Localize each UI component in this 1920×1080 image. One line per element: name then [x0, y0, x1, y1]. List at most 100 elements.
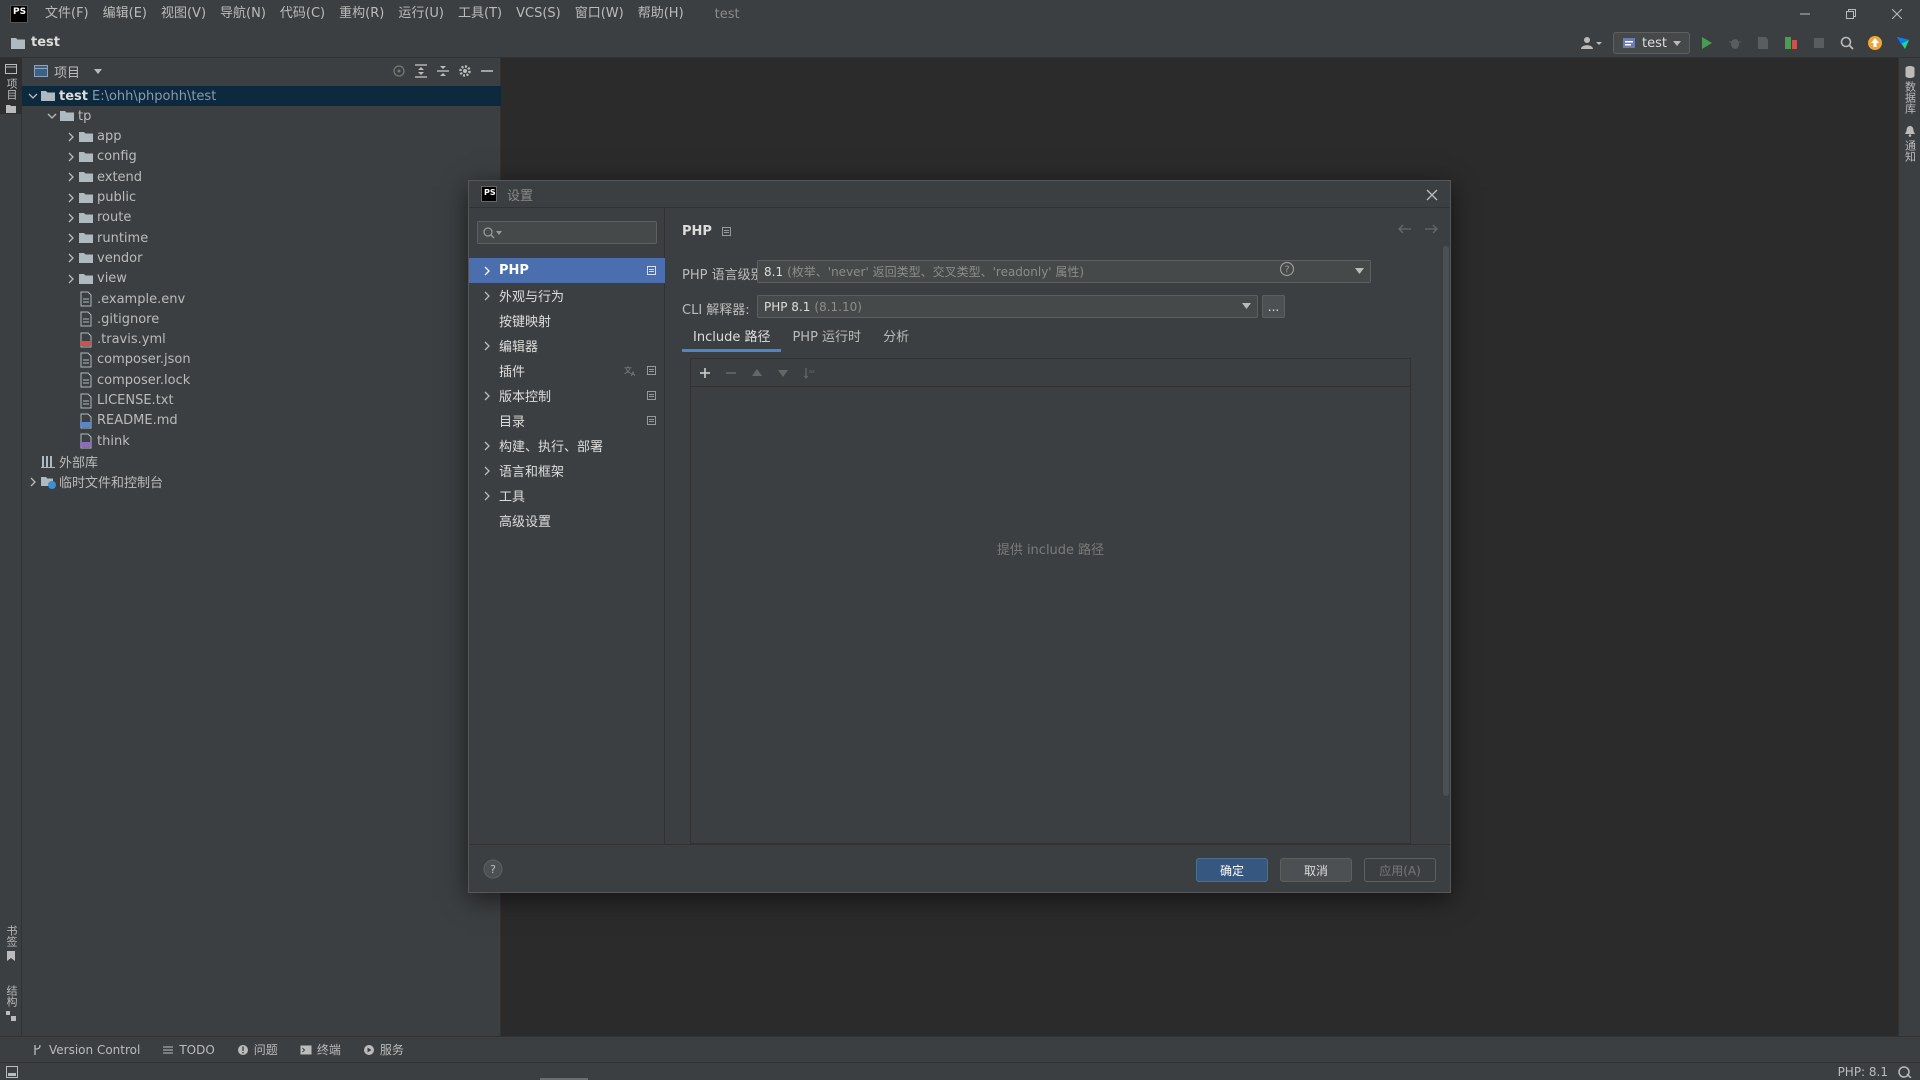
tree-file-row[interactable]: 外部库: [22, 451, 501, 471]
menu-item[interactable]: VCS(S): [509, 0, 568, 28]
menu-item[interactable]: 窗口(W): [568, 0, 631, 28]
expand-all-icon[interactable]: [414, 64, 428, 78]
dialog-titlebar[interactable]: PS 设置: [469, 181, 1450, 208]
coverage-button[interactable]: [1752, 32, 1774, 54]
settings-nav-item[interactable]: PHP: [469, 258, 665, 283]
settings-nav-item[interactable]: 版本控制: [469, 383, 665, 408]
tree-folder-row[interactable]: config: [22, 147, 501, 167]
search-everywhere-button[interactable]: [1836, 32, 1858, 54]
settings-nav-item[interactable]: 工具: [469, 483, 665, 508]
locate-icon[interactable]: [392, 64, 406, 78]
structure-tool-window-button[interactable]: 结构: [0, 985, 22, 1033]
project-tool-window-button[interactable]: 项目: [0, 58, 22, 114]
chevron-right-icon[interactable]: [64, 231, 78, 245]
menu-item[interactable]: 帮助(H): [631, 0, 691, 28]
run-button[interactable]: [1696, 32, 1718, 54]
ide-update-button[interactable]: [1864, 32, 1886, 54]
tree-file-row[interactable]: .gitignore: [22, 309, 501, 329]
chevron-down-icon[interactable]: [45, 109, 59, 123]
chevron-down-icon[interactable]: [26, 89, 40, 103]
bottom-tool-button[interactable]: 服务: [363, 1041, 404, 1058]
menu-item[interactable]: 重构(R): [332, 0, 391, 28]
menu-item[interactable]: 工具(T): [451, 0, 509, 28]
tab-2[interactable]: 分析: [872, 324, 920, 352]
project-panel-title[interactable]: 项目: [54, 62, 80, 81]
settings-nav-item[interactable]: 按键映射: [469, 308, 665, 333]
stop-button[interactable]: [1808, 32, 1830, 54]
tree-file-row[interactable]: README.md: [22, 411, 501, 431]
restore-button[interactable]: [1828, 0, 1874, 28]
tree-folder-row[interactable]: public: [22, 188, 501, 208]
apply-button[interactable]: 应用(A): [1364, 858, 1436, 882]
hide-icon[interactable]: [480, 64, 494, 78]
bottom-tool-button[interactable]: Version Control: [32, 1043, 140, 1057]
menu-item[interactable]: 导航(N): [213, 0, 273, 28]
php-version-status[interactable]: PHP: 8.1: [1838, 1065, 1888, 1079]
toggle-tool-windows-icon[interactable]: [6, 1065, 18, 1078]
settings-nav-item[interactable]: 编辑器: [469, 333, 665, 358]
ok-button[interactable]: 确定: [1196, 858, 1268, 882]
bottom-tool-button[interactable]: 问题: [237, 1041, 278, 1058]
tab-1[interactable]: PHP 运行时: [781, 324, 872, 352]
close-window-button[interactable]: [1874, 0, 1920, 28]
gear-icon[interactable]: [458, 64, 472, 78]
inspections-icon[interactable]: [1898, 1066, 1912, 1078]
tree-file-row[interactable]: composer.json: [22, 350, 501, 370]
chevron-right-icon[interactable]: [64, 272, 78, 286]
tree-folder-row[interactable]: tp: [22, 106, 501, 126]
settings-nav-item[interactable]: 目录: [469, 408, 665, 433]
add-path-button[interactable]: [697, 365, 713, 381]
tree-folder-row[interactable]: extend: [22, 167, 501, 187]
remove-path-button[interactable]: [723, 365, 739, 381]
chevron-right-icon[interactable]: [26, 475, 40, 489]
toolbox-button[interactable]: [1892, 32, 1914, 54]
tree-file-row[interactable]: LICENSE.txt: [22, 391, 501, 411]
settings-scrollbar[interactable]: [1443, 246, 1449, 796]
tree-file-row[interactable]: .travis.yml: [22, 330, 501, 350]
menu-item[interactable]: 运行(U): [391, 0, 451, 28]
arrow-right-icon[interactable]: [1424, 224, 1438, 234]
cancel-button[interactable]: 取消: [1280, 858, 1352, 882]
arrow-left-icon[interactable]: [1398, 224, 1412, 234]
chevron-right-icon[interactable]: [64, 211, 78, 225]
menu-item[interactable]: 文件(F): [38, 0, 96, 28]
profile-button[interactable]: [1780, 32, 1802, 54]
settings-nav-item[interactable]: 插件 文 A: [469, 358, 665, 383]
settings-nav-item[interactable]: 语言和框架: [469, 458, 665, 483]
settings-search-input[interactable]: [477, 221, 657, 244]
chevron-right-icon[interactable]: [64, 191, 78, 205]
bookmarks-tool-window-button[interactable]: 书签: [0, 925, 22, 973]
settings-nav-item[interactable]: 外观与行为: [469, 283, 665, 308]
menu-item[interactable]: 视图(V): [154, 0, 213, 28]
chevron-down-icon[interactable]: [94, 68, 103, 74]
help-icon[interactable]: ?: [483, 859, 503, 879]
cli-browse-button[interactable]: ...: [1262, 295, 1285, 318]
close-icon[interactable]: [1424, 187, 1440, 203]
tree-folder-row[interactable]: view: [22, 269, 501, 289]
menu-item[interactable]: 代码(C): [273, 0, 332, 28]
tree-folder-row[interactable]: test E:\ohh\phpohh\test: [22, 86, 501, 106]
minimize-button[interactable]: [1782, 0, 1828, 28]
tree-file-row[interactable]: .example.env: [22, 289, 501, 309]
bottom-tool-button[interactable]: TODO: [162, 1043, 215, 1057]
vcs-user-button[interactable]: [1577, 32, 1607, 54]
sort-button[interactable]: az: [801, 365, 817, 381]
chevron-right-icon[interactable]: [64, 130, 78, 144]
tree-folder-row[interactable]: app: [22, 127, 501, 147]
move-down-button[interactable]: [775, 365, 791, 381]
tree-file-row[interactable]: composer.lock: [22, 370, 501, 390]
settings-nav-item[interactable]: 构建、执行、部署: [469, 433, 665, 458]
tree-folder-row[interactable]: vendor: [22, 248, 501, 268]
chevron-right-icon[interactable]: [64, 170, 78, 184]
tree-folder-row[interactable]: runtime: [22, 228, 501, 248]
move-up-button[interactable]: [749, 365, 765, 381]
cli-interpreter-combobox[interactable]: PHP 8.1 (8.1.10): [757, 295, 1258, 318]
chevron-right-icon[interactable]: [64, 251, 78, 265]
debug-button[interactable]: [1724, 32, 1746, 54]
tree-file-row[interactable]: think: [22, 431, 501, 451]
notifications-tool-window-button[interactable]: 通知: [1902, 126, 1918, 162]
menu-item[interactable]: 编辑(E): [96, 0, 154, 28]
collapse-all-icon[interactable]: [436, 64, 450, 78]
nav-project-crumb[interactable]: test: [10, 35, 60, 50]
bottom-tool-button[interactable]: 终端: [300, 1041, 341, 1058]
